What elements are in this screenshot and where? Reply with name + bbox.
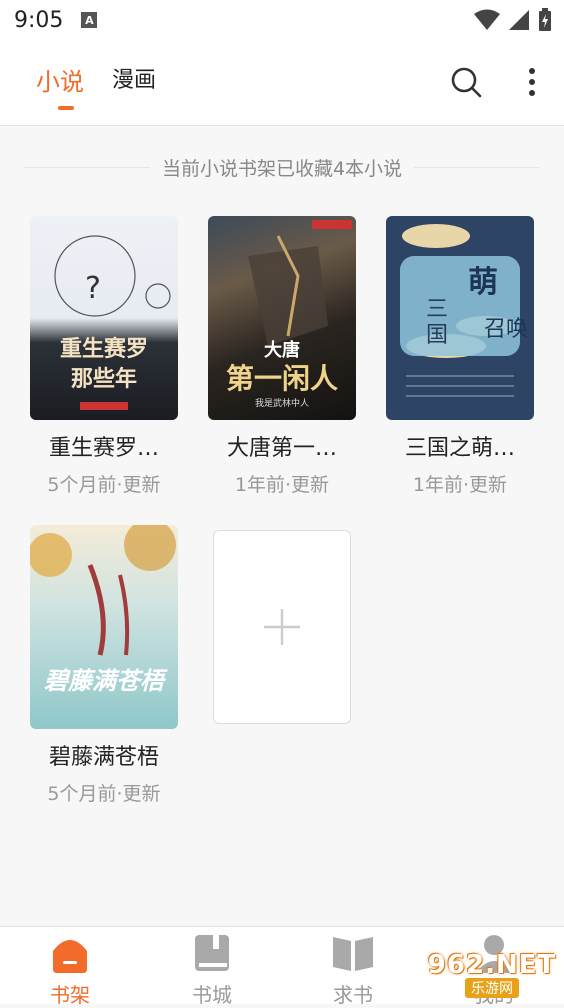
home-icon — [53, 940, 87, 973]
tab-comic[interactable]: 漫画 — [112, 62, 156, 94]
svg-text:重生赛罗: 重生赛罗 — [60, 336, 148, 362]
svg-text:三: 三 — [426, 297, 448, 322]
svg-text:我是武林中人: 我是武林中人 — [255, 397, 309, 409]
book-card[interactable]: 三 国 萌 召唤 三国之萌… 1年前·更新 — [386, 216, 534, 497]
book-update-time: 5个月前·更新 — [47, 783, 161, 805]
divider — [414, 166, 540, 168]
status-time: 9:05 — [14, 7, 64, 33]
svg-text:萌: 萌 — [468, 265, 498, 300]
cover-art: 三 国 萌 召唤 — [400, 224, 528, 410]
svg-text:碧藤满苍梧: 碧藤满苍梧 — [44, 666, 168, 695]
watermark-main: 962.NET — [427, 950, 557, 980]
svg-text:那些年: 那些年 — [71, 366, 137, 392]
svg-text:国: 国 — [426, 323, 448, 348]
battery-icon — [539, 8, 551, 31]
watermark-logo: 962.NET 乐游网 — [426, 950, 558, 998]
cover-art: ? 重生赛罗 那些年 — [54, 235, 171, 410]
plus-icon — [264, 609, 300, 645]
top-bar: 小说 漫画 — [0, 40, 564, 126]
book-title: 重生赛罗… — [48, 436, 159, 461]
book-cover[interactable]: 大唐 第一闲人 我是武林中人 — [208, 216, 356, 420]
notification-icon: A — [81, 12, 98, 28]
svg-text:大唐: 大唐 — [264, 339, 300, 361]
book-icon — [195, 935, 229, 971]
watermark-sub: 乐游网 — [465, 978, 519, 998]
book-card[interactable]: 碧藤满苍梧 碧藤满苍梧 5个月前·更新 — [30, 525, 178, 806]
divider — [24, 166, 150, 168]
book-title: 碧藤满苍梧 — [48, 745, 159, 770]
open-book-icon — [333, 937, 373, 971]
book-title: 三国之萌… — [404, 436, 515, 461]
more-vertical-icon[interactable] — [520, 66, 544, 98]
add-book-button[interactable] — [213, 530, 351, 724]
signal-icon — [509, 10, 529, 30]
shelf-summary-row: 当前小说书架已收藏4本小说 — [24, 150, 540, 184]
svg-text:?: ? — [85, 271, 101, 306]
search-icon[interactable] — [450, 66, 482, 98]
status-icons — [474, 8, 552, 32]
tab-novel[interactable]: 小说 — [36, 62, 84, 97]
wifi-icon — [474, 9, 500, 30]
book-update-time: 1年前·更新 — [234, 474, 330, 496]
book-cover[interactable]: 三 国 萌 召唤 — [386, 216, 534, 420]
active-tab-indicator — [58, 106, 74, 110]
book-cover[interactable]: ? 重生赛罗 那些年 — [30, 216, 178, 420]
nav-item-bookshelf[interactable]: 书架 — [20, 933, 120, 1008]
svg-text:召唤: 召唤 — [484, 317, 528, 342]
shelf-summary: 当前小说书架已收藏4本小说 — [161, 157, 403, 180]
book-card[interactable]: 大唐 第一闲人 我是武林中人 大唐第一… 1年前·更新 — [208, 216, 356, 497]
nav-item-bookstore[interactable]: 书城 — [162, 933, 262, 1008]
book-update-time: 1年前·更新 — [412, 474, 508, 496]
book-update-time: 5个月前·更新 — [47, 474, 161, 496]
status-bar: 9:05 A — [0, 0, 564, 40]
book-card[interactable]: ? 重生赛罗 那些年 重生赛罗… 5个月前·更新 — [30, 216, 178, 497]
book-cover[interactable]: 碧藤满苍梧 — [30, 525, 178, 729]
cover-art: 大唐 第一闲人 我是武林中人 — [226, 220, 352, 409]
nav-item-request[interactable]: 求书 — [303, 933, 403, 1008]
book-title: 大唐第一… — [226, 436, 337, 461]
svg-text:第一闲人: 第一闲人 — [226, 362, 338, 395]
cover-art: 碧藤满苍梧 — [30, 525, 176, 695]
